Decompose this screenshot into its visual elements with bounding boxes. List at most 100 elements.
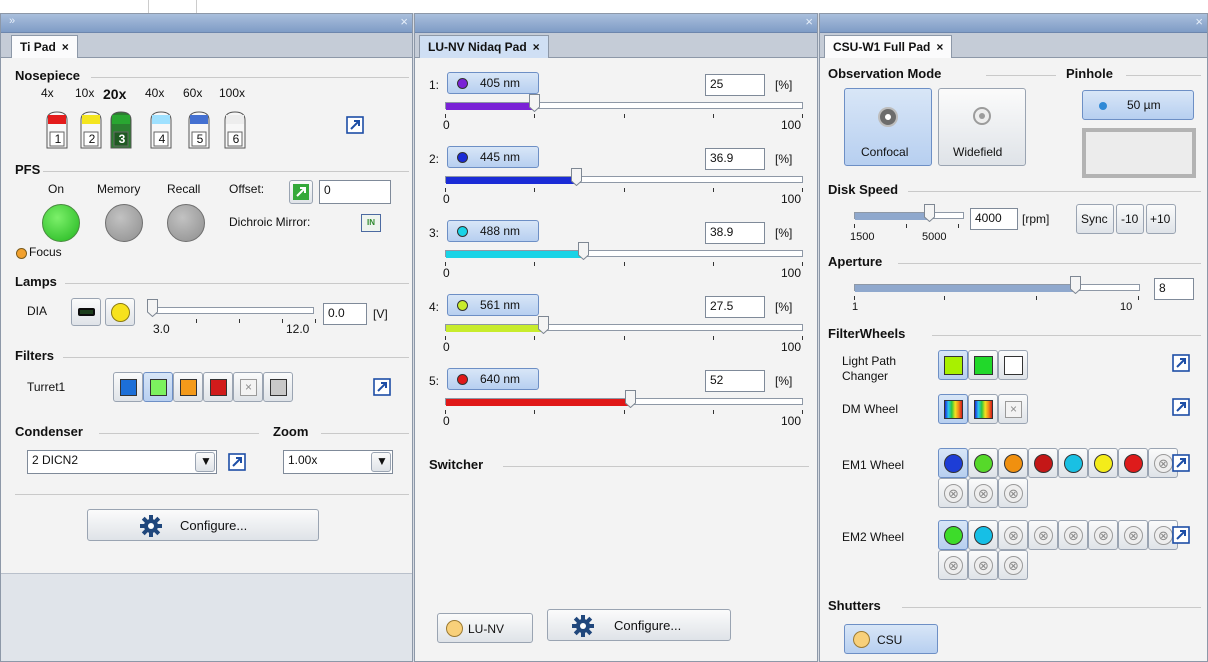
tab-close-icon[interactable]: × bbox=[62, 40, 69, 54]
objective-4-button[interactable]: 4 bbox=[149, 110, 173, 150]
offset-input[interactable]: 0 bbox=[319, 180, 391, 204]
dm-option-1-button[interactable] bbox=[938, 394, 968, 424]
dichroic-in-badge[interactable]: IN bbox=[361, 214, 381, 232]
widefield-button[interactable]: Widefield bbox=[938, 88, 1026, 166]
channel-index: 3: bbox=[429, 226, 440, 240]
popout-icon[interactable] bbox=[228, 453, 246, 471]
em2-option-6-button[interactable]: ⊗ bbox=[1088, 520, 1118, 550]
pfs-memory-button[interactable] bbox=[105, 204, 143, 242]
em1-option-6-button[interactable] bbox=[1088, 448, 1118, 478]
popout-icon[interactable] bbox=[1172, 354, 1190, 372]
popout-icon[interactable] bbox=[1172, 398, 1190, 416]
aperture-input[interactable]: 8 bbox=[1154, 278, 1194, 300]
close-icon[interactable]: × bbox=[805, 14, 813, 29]
em1-option-10-button[interactable]: ⊗ bbox=[968, 478, 998, 508]
dia-slider-track[interactable] bbox=[151, 307, 314, 314]
lunv-configure-button[interactable]: Configure... bbox=[547, 609, 731, 641]
em2-option-1-button[interactable] bbox=[938, 520, 968, 550]
disk-sync-button[interactable]: Sync bbox=[1076, 204, 1114, 234]
laser-power-input[interactable]: 38.9 bbox=[705, 222, 765, 244]
close-icon[interactable]: × bbox=[1195, 14, 1203, 29]
laser-power-input[interactable]: 27.5 bbox=[705, 296, 765, 318]
disk-minus-10-button[interactable]: -10 bbox=[1116, 204, 1144, 234]
laser-561nm-button[interactable]: 561 nm bbox=[447, 294, 539, 316]
objective-5-button[interactable]: 5 bbox=[187, 110, 211, 150]
condenser-select[interactable]: 2 DICN2 bbox=[27, 450, 217, 474]
laser-488nm-button[interactable]: 488 nm bbox=[447, 220, 539, 242]
em2-option-10-button[interactable]: ⊗ bbox=[968, 550, 998, 580]
em2-option-3-button[interactable]: ⊗ bbox=[998, 520, 1028, 550]
dm-option-2-button[interactable] bbox=[968, 394, 998, 424]
close-icon[interactable]: × bbox=[400, 14, 408, 29]
laser-power-slider-thumb[interactable] bbox=[538, 316, 549, 334]
em1-option-2-button[interactable] bbox=[968, 448, 998, 478]
divider bbox=[902, 607, 1201, 608]
dia-voltage-input[interactable]: 0.0 bbox=[323, 303, 367, 325]
objective-6-button[interactable]: 6 bbox=[223, 110, 247, 150]
turret-filter-6-button[interactable] bbox=[263, 372, 293, 402]
em1-option-4-button[interactable] bbox=[1028, 448, 1058, 478]
laser-power-slider-thumb[interactable] bbox=[625, 390, 636, 408]
laser-power-slider-thumb[interactable] bbox=[571, 168, 582, 186]
ti-configure-button[interactable]: Configure... bbox=[87, 509, 319, 541]
dia-slider-thumb[interactable] bbox=[147, 299, 158, 317]
disk-speed-slider-thumb[interactable] bbox=[924, 204, 935, 222]
em2-option-5-button[interactable]: ⊗ bbox=[1058, 520, 1088, 550]
disk-speed-input[interactable]: 4000 bbox=[970, 208, 1018, 230]
em1-option-9-button[interactable]: ⊗ bbox=[938, 478, 968, 508]
disk-plus-10-button[interactable]: +10 bbox=[1146, 204, 1176, 234]
em1-option-7-button[interactable] bbox=[1118, 448, 1148, 478]
laser-power-slider-thumb[interactable] bbox=[529, 94, 540, 112]
em1-option-1-button[interactable] bbox=[938, 448, 968, 478]
em1-option-3-button[interactable] bbox=[998, 448, 1028, 478]
zoom-dropdown-button[interactable]: ▼ bbox=[371, 452, 391, 472]
lpc-option-3-button[interactable] bbox=[998, 350, 1028, 380]
em2-option-2-button[interactable] bbox=[968, 520, 998, 550]
lpc-option-1-button[interactable] bbox=[938, 350, 968, 380]
condenser-dropdown-button[interactable]: ▼ bbox=[195, 452, 215, 472]
laser-405nm-button[interactable]: 405 nm bbox=[447, 72, 539, 94]
em2-option-4-button[interactable]: ⊗ bbox=[1028, 520, 1058, 550]
popout-icon[interactable] bbox=[373, 378, 391, 396]
em1-option-5-button[interactable] bbox=[1058, 448, 1088, 478]
aperture-slider-thumb[interactable] bbox=[1070, 276, 1081, 294]
dia-lamp-toggle[interactable] bbox=[71, 298, 101, 326]
popout-icon[interactable] bbox=[1172, 526, 1190, 544]
tab-close-icon[interactable]: × bbox=[936, 40, 943, 54]
confocal-button[interactable]: Confocal bbox=[844, 88, 932, 166]
laser-640nm-button[interactable]: 640 nm bbox=[447, 368, 539, 390]
pfs-on-button[interactable] bbox=[42, 204, 80, 242]
em1-option-11-button[interactable]: ⊗ bbox=[998, 478, 1028, 508]
tab-csu-w1-full-pad[interactable]: CSU-W1 Full Pad × bbox=[824, 35, 953, 59]
turret-filter-4-button[interactable] bbox=[203, 372, 233, 402]
turret-filter-1-button[interactable] bbox=[113, 372, 143, 402]
tab-lunv-nidaq-pad[interactable]: LU-NV Nidaq Pad × bbox=[419, 35, 549, 59]
tab-ti-pad[interactable]: Ti Pad × bbox=[11, 35, 78, 59]
pfs-recall-button[interactable] bbox=[167, 204, 205, 242]
em2-option-9-button[interactable]: ⊗ bbox=[938, 550, 968, 580]
laser-power-input[interactable]: 36.9 bbox=[705, 148, 765, 170]
laser-power-input[interactable]: 52 bbox=[705, 370, 765, 392]
lpc-option-2-button[interactable] bbox=[968, 350, 998, 380]
objective-3-button[interactable]: 3 bbox=[109, 110, 133, 150]
double-chevron-icon[interactable]: » bbox=[9, 15, 15, 27]
tab-close-icon[interactable]: × bbox=[533, 40, 540, 54]
laser-power-slider-thumb[interactable] bbox=[578, 242, 589, 260]
turret-filter-2-button[interactable] bbox=[143, 372, 173, 402]
em2-option-7-button[interactable]: ⊗ bbox=[1118, 520, 1148, 550]
pinhole-50um-button[interactable]: 50 µm bbox=[1082, 90, 1194, 120]
em2-option-11-button[interactable]: ⊗ bbox=[998, 550, 1028, 580]
objective-1-button[interactable]: 1 bbox=[45, 110, 69, 150]
offset-popout-button[interactable] bbox=[289, 180, 313, 204]
popout-icon[interactable] bbox=[1172, 454, 1190, 472]
laser-power-input[interactable]: 25 bbox=[705, 74, 765, 96]
objective-2-button[interactable]: 2 bbox=[79, 110, 103, 150]
turret-filter-3-button[interactable] bbox=[173, 372, 203, 402]
lunv-switch-button[interactable]: LU-NV bbox=[437, 613, 533, 643]
turret-filter-5-button[interactable]: × bbox=[233, 372, 263, 402]
dia-shutter-button[interactable] bbox=[105, 298, 135, 326]
dm-option-3-button[interactable]: × bbox=[998, 394, 1028, 424]
laser-445nm-button[interactable]: 445 nm bbox=[447, 146, 539, 168]
csu-shutter-button[interactable]: CSU bbox=[844, 624, 938, 654]
popout-icon[interactable] bbox=[346, 116, 364, 134]
